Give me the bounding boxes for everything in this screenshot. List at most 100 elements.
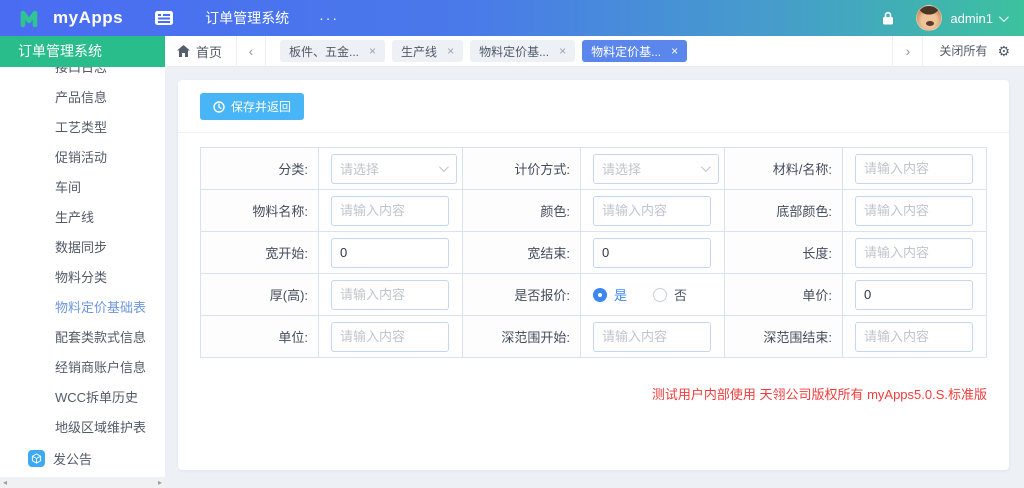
field-label: 长度: bbox=[724, 232, 842, 274]
sidebar-horizontal-scrollbar[interactable]: ◂ ▸ bbox=[0, 477, 165, 488]
field-label: 材料/名称: bbox=[724, 148, 842, 190]
sidebar-item[interactable]: 地级区域维护表 bbox=[0, 413, 165, 443]
field-input[interactable] bbox=[855, 238, 973, 268]
sidebar-item[interactable]: 生产线 bbox=[0, 203, 165, 233]
field-input[interactable] bbox=[331, 280, 449, 310]
user-menu-chevron-down-icon[interactable] bbox=[999, 12, 1009, 22]
radio-circle-icon bbox=[593, 288, 607, 302]
field-cell bbox=[319, 316, 463, 358]
username-label[interactable]: admin1 bbox=[950, 11, 993, 26]
scroll-right-arrow-icon[interactable]: ▸ bbox=[158, 478, 162, 487]
field-cell bbox=[842, 274, 986, 316]
app-logo[interactable]: myApps bbox=[0, 8, 123, 28]
announce-button[interactable]: 发公告 bbox=[0, 443, 165, 473]
field-input[interactable] bbox=[593, 196, 711, 226]
radio-group: 是否 bbox=[593, 285, 724, 304]
tab-label: 物料定价基... bbox=[479, 43, 549, 60]
sidebar-item[interactable]: 配套类款式信息 bbox=[0, 323, 165, 353]
radio-circle-icon bbox=[653, 288, 667, 302]
form-rows: 分类:请选择计价方式:请选择材料/名称:物料名称:颜色:底部颜色:宽开始:宽结束… bbox=[201, 148, 987, 358]
tab-close-icon[interactable]: × bbox=[559, 45, 566, 57]
field-label: 分类: bbox=[201, 148, 319, 190]
field-label: 物料名称: bbox=[201, 190, 319, 232]
field-label: 深范围开始: bbox=[462, 316, 580, 358]
close-all-tabs-button[interactable]: 关闭所有 bbox=[922, 36, 997, 67]
tab-settings-gear-icon[interactable]: ⚙ bbox=[997, 43, 1024, 60]
field-cell bbox=[581, 316, 725, 358]
tab-item[interactable]: 物料定价基... × bbox=[470, 40, 575, 62]
tabs-scroll-right-button[interactable]: › bbox=[892, 36, 922, 67]
field-input[interactable] bbox=[855, 322, 973, 352]
sidebar-menu: 接口日志产品信息工艺类型促销活动车间生产线数据同步物料分类物料定价基础表配套类款… bbox=[0, 67, 165, 477]
field-select[interactable]: 请选择 bbox=[331, 154, 457, 184]
field-cell bbox=[842, 190, 986, 232]
sidebar-item[interactable]: 接口日志 bbox=[0, 67, 165, 83]
field-label: 计价方式: bbox=[462, 148, 580, 190]
user-avatar[interactable] bbox=[916, 5, 942, 31]
sidebar-item[interactable]: 数据同步 bbox=[0, 233, 165, 263]
field-label: 单价: bbox=[724, 274, 842, 316]
top-header-bar: myApps 订单管理系统 ··· admin1 bbox=[0, 0, 1024, 36]
home-tab-label: 首页 bbox=[196, 42, 222, 61]
field-input[interactable] bbox=[593, 322, 711, 352]
main-content: 保存并返回 分类:请选择计价方式:请选择材料/名称:物料名称:颜色:底部颜色:宽… bbox=[165, 67, 1024, 488]
tab-item[interactable]: 物料定价基...× bbox=[582, 40, 687, 62]
sidebar-item[interactable]: 物料定价基础表 bbox=[0, 293, 165, 323]
form-row: 单位:深范围开始:深范围结束: bbox=[201, 316, 987, 358]
sidebar-item[interactable]: 产品信息 bbox=[0, 83, 165, 113]
brand-name: myApps bbox=[53, 8, 123, 28]
lock-icon[interactable] bbox=[882, 11, 894, 25]
sidebar-item[interactable]: 工艺类型 bbox=[0, 113, 165, 143]
radio-label: 否 bbox=[674, 285, 687, 304]
form-card: 保存并返回 分类:请选择计价方式:请选择材料/名称:物料名称:颜色:底部颜色:宽… bbox=[178, 80, 1009, 470]
field-input[interactable] bbox=[331, 238, 449, 268]
field-cell: 请选择 bbox=[581, 148, 725, 190]
save-and-return-button[interactable]: 保存并返回 bbox=[200, 93, 304, 120]
field-input[interactable] bbox=[331, 322, 449, 352]
save-and-return-label: 保存并返回 bbox=[231, 98, 291, 115]
field-input[interactable] bbox=[855, 280, 973, 310]
sidebar-item[interactable]: 物料分类 bbox=[0, 263, 165, 293]
tab-close-icon[interactable]: × bbox=[369, 45, 376, 57]
field-label: 底部颜色: bbox=[724, 190, 842, 232]
home-icon bbox=[177, 45, 190, 57]
save-return-icon bbox=[213, 101, 225, 113]
more-menu-icon[interactable]: ··· bbox=[319, 10, 339, 26]
myapps-logo-icon bbox=[20, 8, 46, 28]
tab-close-icon[interactable]: × bbox=[447, 45, 454, 57]
tabs-scroll-left-button[interactable]: ‹ bbox=[236, 36, 266, 67]
copyright-notice: 测试用户内部使用 天翎公司版权所有 myApps5.0.S.标准版 bbox=[200, 384, 987, 403]
field-cell bbox=[319, 232, 463, 274]
field-cell bbox=[581, 232, 725, 274]
tab-label: 生产线 bbox=[401, 43, 437, 60]
field-select[interactable]: 请选择 bbox=[593, 154, 719, 184]
field-label: 宽结束: bbox=[462, 232, 580, 274]
sidebar-item[interactable]: 促销活动 bbox=[0, 143, 165, 173]
sidebar-item[interactable]: WCC拆单历史 bbox=[0, 383, 165, 413]
scroll-left-arrow-icon[interactable]: ◂ bbox=[3, 478, 7, 487]
sidebar-toggle-icon[interactable] bbox=[155, 11, 173, 25]
field-cell bbox=[842, 232, 986, 274]
select-placeholder: 请选择 bbox=[340, 159, 379, 178]
sidebar-item[interactable]: 车间 bbox=[0, 173, 165, 203]
form-row: 宽开始:宽结束:长度: bbox=[201, 232, 987, 274]
field-input[interactable] bbox=[593, 238, 711, 268]
field-cell: 是否 bbox=[581, 274, 725, 316]
field-input[interactable] bbox=[331, 196, 449, 226]
sidebar: 订单管理系统 接口日志产品信息工艺类型促销活动车间生产线数据同步物料分类物料定价… bbox=[0, 36, 165, 488]
header-app-title[interactable]: 订单管理系统 bbox=[205, 8, 289, 28]
tab-item[interactable]: 生产线 × bbox=[392, 40, 463, 62]
sidebar-item[interactable]: 经销商账户信息 bbox=[0, 353, 165, 383]
tab-close-icon[interactable]: × bbox=[671, 45, 678, 57]
tab-home[interactable]: 首页 bbox=[165, 36, 236, 67]
sidebar-title: 订单管理系统 bbox=[0, 36, 165, 67]
announce-cube-icon bbox=[28, 450, 45, 467]
radio-option[interactable]: 是 bbox=[593, 285, 627, 304]
field-input[interactable] bbox=[855, 154, 973, 184]
tab-item[interactable]: 板件、五金...× bbox=[280, 40, 385, 62]
material-pricing-form-table: 分类:请选择计价方式:请选择材料/名称:物料名称:颜色:底部颜色:宽开始:宽结束… bbox=[200, 147, 987, 358]
radio-option[interactable]: 否 bbox=[653, 285, 687, 304]
select-chevron-down-icon bbox=[701, 162, 711, 172]
form-row: 厚(高):是否报价:是否单价: bbox=[201, 274, 987, 316]
field-input[interactable] bbox=[855, 196, 973, 226]
